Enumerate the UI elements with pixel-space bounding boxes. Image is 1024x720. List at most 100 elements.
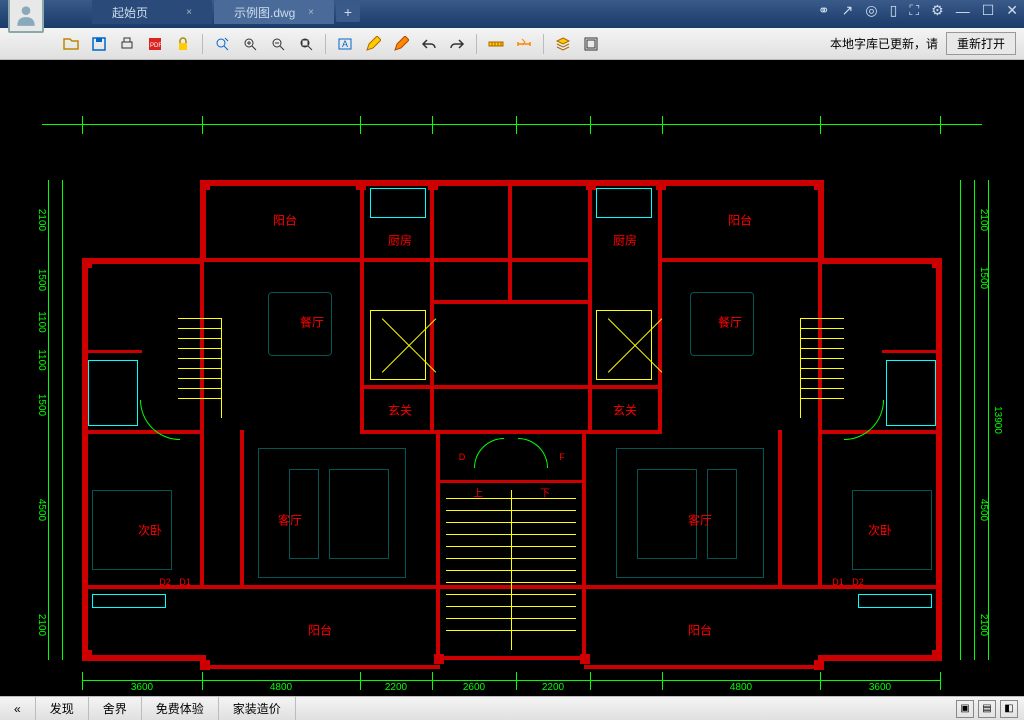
open-icon[interactable] [60, 33, 82, 55]
highlight-icon[interactable] [390, 33, 412, 55]
wall-exterior [82, 258, 88, 660]
wall-interior [82, 430, 202, 434]
wall-exterior [82, 655, 200, 661]
toolbar: PDF A 本地字库已更新，请 重新打开 [0, 28, 1024, 60]
update-message: 本地字库已更新，请 [830, 35, 938, 52]
close-window-icon[interactable]: ✕ [1006, 2, 1018, 19]
wechat-icon[interactable]: ◎ [865, 2, 877, 19]
new-tab-button[interactable]: + [336, 2, 360, 22]
dim-tick [940, 116, 941, 134]
wall-exterior [824, 655, 942, 661]
collapse-button[interactable]: « [0, 697, 36, 720]
settings-icon[interactable]: ⚙ [931, 2, 944, 19]
drawing-canvas[interactable]: // placeholder - actual structure below … [0, 60, 1024, 696]
save-icon[interactable] [88, 33, 110, 55]
pdf-icon[interactable]: PDF [144, 33, 166, 55]
dim-tick [662, 116, 663, 134]
marker-f: F [559, 452, 565, 462]
dim-tick [360, 672, 361, 690]
marker-d: D [459, 452, 466, 462]
dim-value: 1100 [36, 311, 47, 333]
door-arc [518, 438, 548, 468]
dim-value: 2200 [542, 682, 564, 693]
dim-tick [432, 672, 433, 690]
measure-icon[interactable] [485, 33, 507, 55]
dim-value: 1500 [978, 267, 989, 289]
minimize-icon[interactable]: — [956, 3, 970, 19]
wall-interior [582, 430, 586, 660]
mobile-icon[interactable]: ▯ [890, 2, 898, 19]
dim-tick [202, 672, 203, 690]
wall-interior [240, 430, 244, 588]
column [580, 654, 590, 664]
column [200, 660, 210, 670]
wall-interior [658, 180, 662, 434]
dim-line [988, 180, 989, 660]
layers-icon[interactable] [552, 33, 574, 55]
dimension-icon[interactable] [513, 33, 535, 55]
zoom-extents-icon[interactable] [295, 33, 317, 55]
wall-exterior [200, 665, 440, 669]
tab-label: 起始页 [112, 4, 148, 21]
close-icon[interactable]: × [186, 7, 192, 18]
fullscreen-icon[interactable]: ⛶ [909, 2, 919, 19]
zoom-out-icon[interactable] [267, 33, 289, 55]
tab-start[interactable]: 起始页 × [92, 0, 212, 24]
room-label-dining: 餐厅 [718, 314, 742, 331]
window-fixture [858, 594, 932, 608]
stair-up-label: 上 [473, 485, 483, 500]
titlebar-actions: ⚭ ↗ ◎ ▯ ⛶ ⚙ — ☐ ✕ [818, 2, 1018, 19]
floor-plan: // placeholder - actual structure below … [0, 60, 1024, 696]
dim-tick [202, 116, 203, 134]
dim-line [62, 180, 63, 660]
view-mode-2-icon[interactable]: ▤ [978, 700, 996, 718]
room-label-kitchen: 厨房 [388, 232, 412, 249]
layout-icon[interactable] [580, 33, 602, 55]
wall-interior [360, 180, 364, 434]
elevator [370, 310, 426, 380]
room-label-balcony: 阳台 [308, 622, 332, 639]
undo-icon[interactable] [418, 33, 440, 55]
column [428, 180, 438, 190]
statusbar: « 发现 舍界 免费体验 家装造价 ▣ ▤ ◧ [0, 696, 1024, 720]
view-mode-1-icon[interactable]: ▣ [956, 700, 974, 718]
maximize-icon[interactable]: ☐ [982, 2, 995, 19]
wall-interior [436, 480, 586, 483]
status-decor[interactable]: 家装造价 [219, 697, 296, 720]
room-label-balcony: 阳台 [688, 622, 712, 639]
stairs [446, 490, 576, 650]
status-shejie[interactable]: 舍界 [89, 697, 142, 720]
room-label-balcony: 阳台 [273, 212, 297, 229]
text-icon[interactable]: A [334, 33, 356, 55]
toolbar-message: 本地字库已更新，请 重新打开 [830, 32, 1016, 55]
column [932, 650, 942, 660]
column [200, 180, 210, 190]
dim-line [82, 680, 940, 681]
status-trial[interactable]: 免费体验 [142, 697, 219, 720]
svg-text:PDF: PDF [150, 43, 162, 49]
bathroom-fixture [886, 360, 936, 426]
zoom-window-icon[interactable] [211, 33, 233, 55]
user-avatar[interactable] [8, 0, 44, 33]
tab-file[interactable]: 示例图.dwg × [214, 0, 334, 24]
redo-icon[interactable] [446, 33, 468, 55]
zoom-in-icon[interactable] [239, 33, 261, 55]
contacts-icon[interactable]: ⚭ [818, 2, 830, 19]
print-icon[interactable] [116, 33, 138, 55]
view-mode-3-icon[interactable]: ◧ [1000, 700, 1018, 718]
pencil-icon[interactable] [362, 33, 384, 55]
lock-icon[interactable] [172, 33, 194, 55]
separator [543, 34, 544, 54]
wall-exterior [584, 665, 824, 669]
share-icon[interactable]: ↗ [842, 2, 854, 19]
room-label-bedroom: 次卧 [138, 522, 162, 539]
reopen-button[interactable]: 重新打开 [946, 32, 1016, 55]
close-icon[interactable]: × [308, 7, 314, 18]
stairs-side [178, 318, 222, 418]
dim-total: 13900 [992, 406, 1003, 434]
dim-line [42, 124, 982, 125]
door-arc [140, 400, 180, 440]
status-discover[interactable]: 发现 [36, 697, 89, 720]
tab-label: 示例图.dwg [234, 4, 295, 21]
separator [202, 34, 203, 54]
